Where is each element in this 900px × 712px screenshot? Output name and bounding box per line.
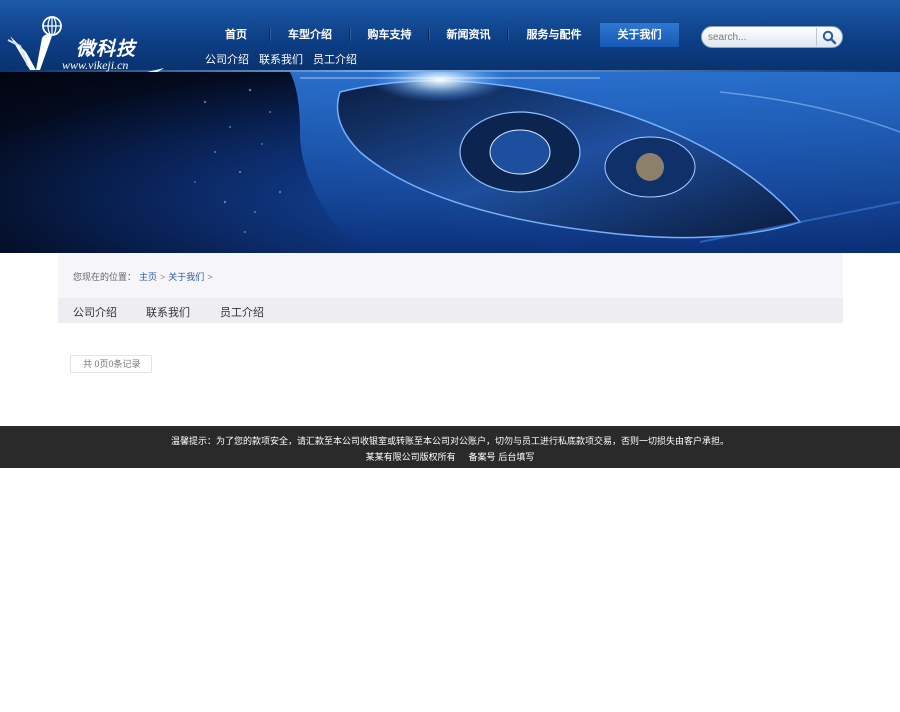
nav-item-label: 车型介绍 xyxy=(288,28,332,41)
nav-item-service[interactable]: 服务与配件 xyxy=(508,23,600,47)
subnav-staff[interactable]: 员工介绍 xyxy=(313,51,357,67)
site-header: 微科技 www.vikeji.cn 首页 车型介绍 购车支持 新闻资讯 服务与配… xyxy=(0,0,900,72)
search-input[interactable] xyxy=(708,29,812,45)
breadcrumb-home-link[interactable]: 主页 xyxy=(139,270,157,283)
sub-nav: 公司介绍 联系我们 员工介绍 xyxy=(205,51,357,67)
nav-item-models[interactable]: 车型介绍 xyxy=(270,23,350,47)
footer-copyright-line: 某某有限公司版权所有 备案号 后台填写 xyxy=(0,450,900,463)
search-box xyxy=(701,26,843,48)
breadcrumb: 您现在的位置： 主页 > 关于我们 > xyxy=(73,270,213,283)
breadcrumb-about-link[interactable]: 关于我们 xyxy=(168,270,204,283)
breadcrumb-separator: > xyxy=(207,271,213,282)
subnav-contact[interactable]: 联系我们 xyxy=(259,51,303,67)
logo-text: 微科技 xyxy=(76,38,137,60)
breadcrumb-separator: > xyxy=(160,271,166,282)
nav-item-label: 首页 xyxy=(225,28,247,41)
logo-swoosh-icon xyxy=(146,68,164,72)
tab-company-intro[interactable]: 公司介绍 xyxy=(73,304,117,320)
site-footer: 温馨提示：为了您的款项安全，请汇款至本公司收银室或转账至本公司对公账户，切勿与员… xyxy=(0,426,900,468)
category-tabs: 公司介绍 联系我们 员工介绍 xyxy=(58,298,843,323)
nav-item-news[interactable]: 新闻资讯 xyxy=(429,23,508,47)
footer-copyright: 某某有限公司版权所有 xyxy=(365,453,456,463)
nav-item-home[interactable]: 首页 xyxy=(202,23,270,47)
nav-item-purchase[interactable]: 购车支持 xyxy=(350,23,429,47)
car-headlight-image xyxy=(0,72,900,253)
pagination-info: 共 0页0条记录 xyxy=(70,355,152,373)
nav-item-label: 服务与配件 xyxy=(526,28,582,41)
breadcrumb-prefix: 您现在的位置： xyxy=(73,272,137,282)
breadcrumb-bar: 您现在的位置： 主页 > 关于我们 > xyxy=(58,253,843,298)
nav-item-about[interactable]: 关于我们 xyxy=(600,23,679,47)
nav-item-label: 购车支持 xyxy=(367,28,412,41)
hero-banner xyxy=(0,72,900,253)
footer-icp: 备案号 后台填写 xyxy=(468,453,535,463)
subnav-company-intro[interactable]: 公司介绍 xyxy=(205,51,249,67)
search-button[interactable] xyxy=(816,28,840,46)
search-icon xyxy=(822,30,837,45)
tab-contact[interactable]: 联系我们 xyxy=(146,304,190,320)
nav-item-label: 新闻资讯 xyxy=(446,28,491,41)
main-nav: 首页 车型介绍 购车支持 新闻资讯 服务与配件 关于我们 xyxy=(202,23,679,47)
site-logo[interactable]: 微科技 www.vikeji.cn xyxy=(6,14,164,72)
footer-notice: 温馨提示：为了您的款项安全，请汇款至本公司收银室或转账至本公司对公账户，切勿与员… xyxy=(170,437,729,447)
tab-staff[interactable]: 员工介绍 xyxy=(220,304,264,320)
nav-item-label: 关于我们 xyxy=(617,28,662,41)
